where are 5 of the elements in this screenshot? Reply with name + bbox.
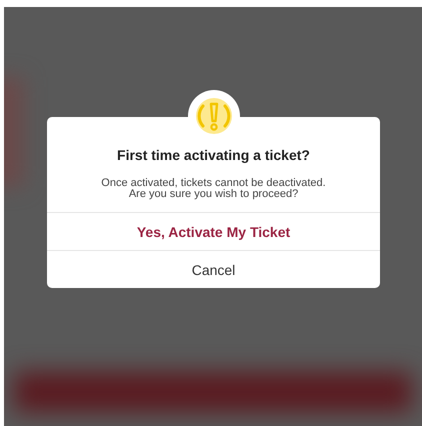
confirm-button[interactable]: Yes, Activate My Ticket bbox=[47, 212, 380, 250]
cancel-button[interactable]: Cancel bbox=[47, 250, 380, 288]
warning-icon bbox=[194, 97, 232, 135]
dialog-message: Once activated, tickets cannot be deactivated. Are you sure you wish to proceed? bbox=[100, 176, 327, 202]
dialog-title: First time activating a ticket? bbox=[116, 147, 311, 163]
